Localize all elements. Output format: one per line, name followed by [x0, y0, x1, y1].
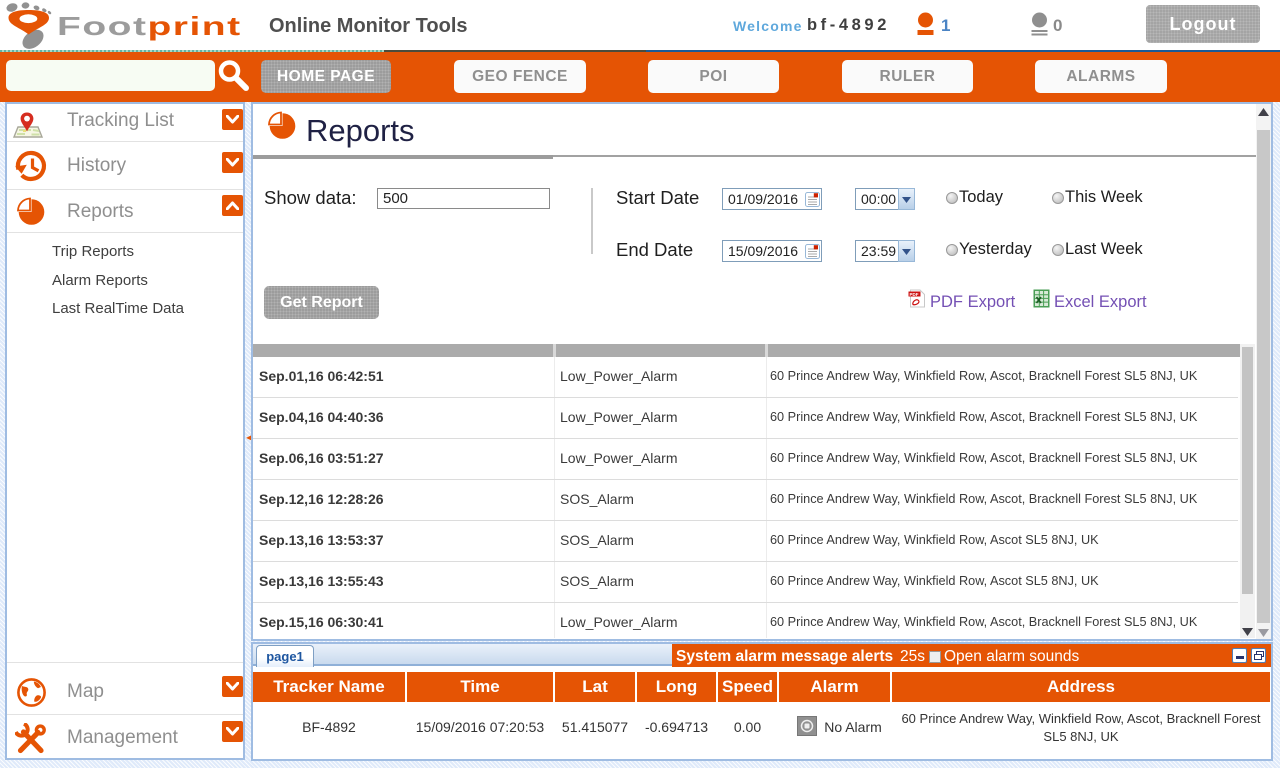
svg-text:PDF: PDF	[910, 292, 919, 297]
